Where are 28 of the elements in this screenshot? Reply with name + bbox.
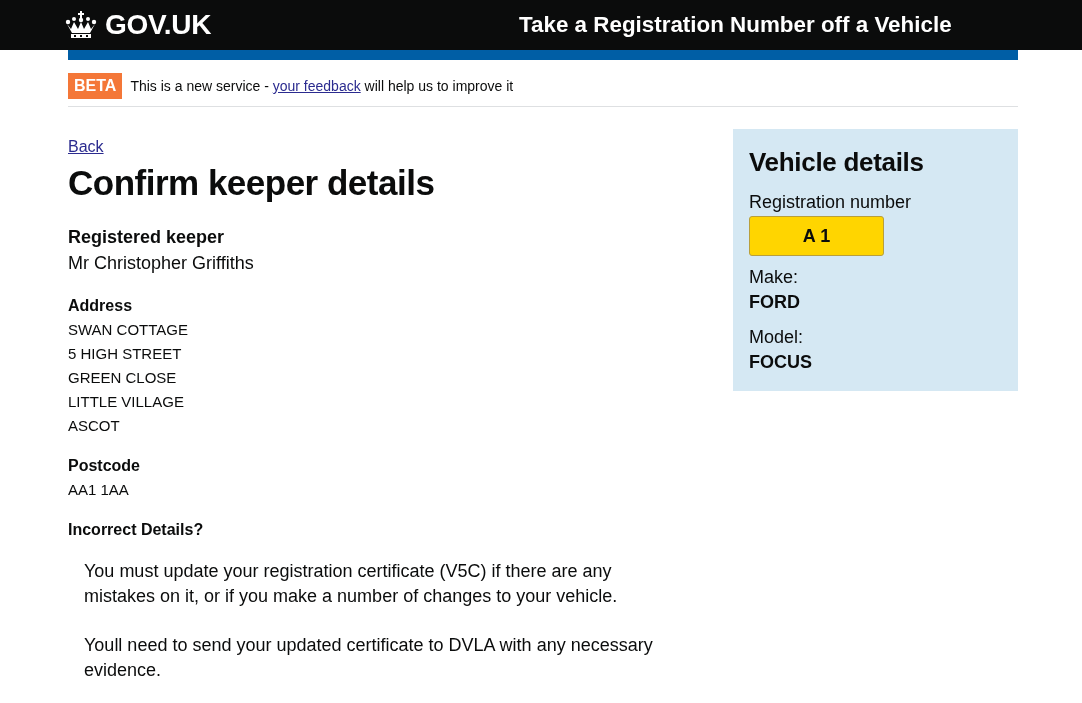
back-link[interactable]: Back — [68, 137, 104, 157]
field-value: FOCUS — [749, 351, 812, 374]
address-line: ASCOT — [68, 416, 121, 436]
keeper-label: Registered keeper — [68, 226, 225, 249]
postcode-value: AA1 1AA — [68, 480, 129, 500]
feedback-link[interactable]: your feedback — [272, 78, 361, 94]
postcode-label: Postcode — [68, 456, 140, 476]
address-line: SWAN COTTAGE — [68, 320, 188, 340]
info-paragraph: You must update your registration certificate (V5C) if there are any mistakes on it, or if you make a number of changes to your vehicle. — [84, 560, 619, 608]
field-value: FORD — [749, 291, 800, 314]
phase-tag: BETA — [68, 73, 123, 99]
govuk-logo-link[interactable]: GOV.UK — [64, 10, 519, 40]
page-heading: Confirm keeper details — [68, 162, 435, 204]
panel-title: Vehicle details — [749, 146, 924, 178]
field-label: Model: — [749, 326, 804, 349]
service-name-link[interactable]: Take a Registration Number off a Vehicle — [519, 11, 952, 39]
crown-icon — [64, 11, 98, 39]
phase-banner-message: This is a new service - your feedback will help us to improve it — [130, 77, 514, 96]
incorrect-details-label: Incorrect Details? — [68, 520, 204, 540]
address-line: 5 HIGH STREET — [68, 344, 183, 364]
address-line: LITTLE VILLAGE — [68, 392, 185, 412]
address-label: Address — [68, 296, 133, 316]
registration-label: Registration number — [749, 191, 912, 214]
info-paragraph: Youll need to send your updated certificate to DVLA with any necessary evidence. — [84, 634, 654, 682]
keeper-name: Mr Christopher Griffiths — [68, 252, 254, 275]
field-label: Make: — [749, 266, 799, 289]
address-line: GREEN CLOSE — [68, 368, 178, 388]
number-plate: A 1 — [749, 216, 884, 256]
